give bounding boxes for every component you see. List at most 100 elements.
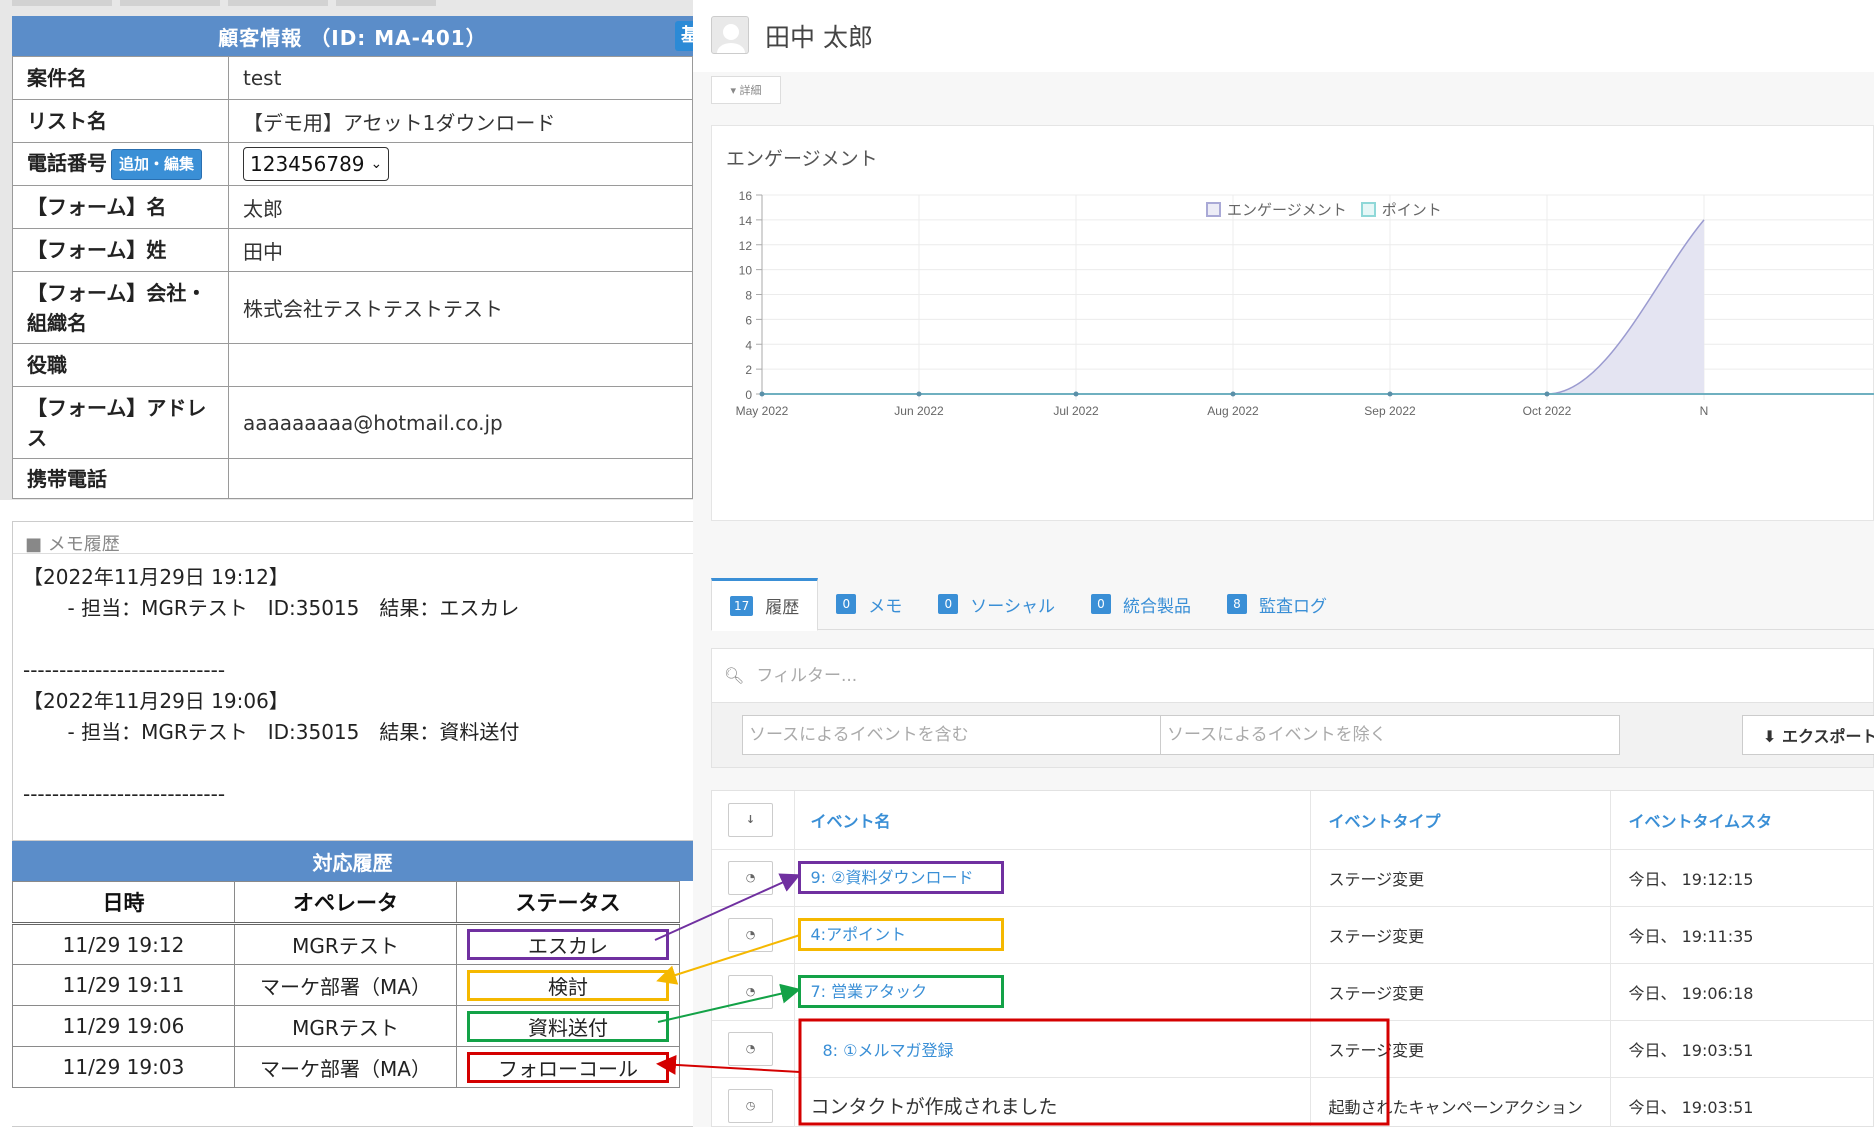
- corr-status-cell: 検討: [456, 964, 680, 1006]
- count-badge: 8: [1226, 594, 1247, 614]
- table-row: ◔ 4:アポイント ステージ変更 今日、 19:11:35: [712, 906, 1874, 964]
- y-tick-label: 14: [739, 214, 753, 228]
- event-name-link[interactable]: 8: ①メルマガ登録: [811, 1033, 966, 1065]
- filter-input[interactable]: [756, 665, 1657, 686]
- event-icon-cell: ◔: [712, 963, 795, 1021]
- points-marker: [1073, 391, 1079, 397]
- events-table-card: ↓ イベント名 イベントタイプ イベントタイムスタ ◔ 9: ②資料ダウンロード…: [711, 790, 1874, 1127]
- info-label: 電話番号: [27, 151, 107, 176]
- x-tick-label: Oct 2022: [1523, 404, 1572, 418]
- y-tick-label: 2: [745, 363, 752, 377]
- y-tick-label: 8: [745, 289, 752, 303]
- event-name-link[interactable]: 9: ②資料ダウンロード: [797, 861, 1004, 894]
- sort-icon[interactable]: ↓: [728, 802, 773, 837]
- engagement-card: エンゲージメント 0 2 4 6 8 10 12 14 16 May 2022 Jun 2022 Ju…: [711, 125, 1874, 521]
- dashboard-icon[interactable]: ◔: [728, 860, 773, 895]
- details-toggle-button[interactable]: ▾ 詳細: [711, 76, 781, 104]
- event-name-cell: 9: ②資料ダウンロード: [794, 849, 1311, 907]
- event-name-link[interactable]: 4:アポイント: [797, 918, 1004, 951]
- event-name-link[interactable]: 7: 営業アタック: [797, 975, 1004, 1008]
- events-table: ↓ イベント名 イベントタイプ イベントタイムスタ ◔ 9: ②資料ダウンロード…: [712, 791, 1874, 1127]
- event-name-cell: コンタクトが作成されました: [794, 1077, 1311, 1127]
- info-row-last-name: 【フォーム】姓 田中: [12, 228, 693, 272]
- tab-label: ソーシャル: [970, 596, 1055, 617]
- event-icon-cell: ◔: [712, 849, 795, 907]
- status-highlight: 検討: [467, 969, 669, 1001]
- info-value: 田中: [228, 228, 693, 272]
- info-value-cell: 123456789 ⌄: [228, 142, 693, 186]
- corr-datetime: 11/29 19:03: [12, 1046, 235, 1088]
- legend-label: ポイント: [1381, 201, 1442, 219]
- info-value: 株式会社テストテストテスト: [228, 271, 693, 344]
- table-row: 11/29 19:06 MGRテスト 資料送付: [12, 1005, 680, 1047]
- tab-social[interactable]: 0 ソーシャル: [920, 578, 1073, 630]
- column-header-operator: オペレータ: [234, 881, 457, 925]
- info-label: 【フォーム】姓: [12, 228, 229, 272]
- clock-icon[interactable]: ◷: [728, 1088, 773, 1123]
- correspondence-history-title: 対応履歴: [12, 841, 693, 881]
- column-header-datetime: 日時: [12, 881, 235, 925]
- user-silhouette-icon: [717, 24, 745, 53]
- x-tick-label: Jul 2022: [1053, 404, 1099, 418]
- event-time: 今日、 19:03:51: [1610, 1020, 1874, 1078]
- memo-entry: 【2022年11月29日 19:06】 - 担当：MGRテスト ID:35015…: [23, 689, 520, 806]
- event-type: ステージ変更: [1310, 849, 1611, 907]
- status-highlight: 資料送付: [467, 1010, 669, 1042]
- tab-audit-log[interactable]: 8 監査ログ: [1209, 578, 1345, 630]
- column-header-event-type[interactable]: イベントタイプ: [1310, 791, 1611, 850]
- info-row-first-name: 【フォーム】名 太郎: [12, 185, 693, 229]
- tab-label: メモ: [868, 596, 903, 617]
- event-name-cell: 7: 営業アタック: [794, 963, 1311, 1021]
- phone-select[interactable]: 123456789 ⌄: [243, 147, 390, 181]
- memo-history-title: ■ メモ履歴: [13, 522, 693, 555]
- basic-button[interactable]: 基: [675, 21, 693, 51]
- info-value: [228, 343, 693, 387]
- column-header-event-time[interactable]: イベントタイムスタ: [1610, 791, 1874, 850]
- add-edit-phone-button[interactable]: 追加・編集: [111, 149, 203, 180]
- count-badge: 0: [938, 594, 959, 614]
- x-tick-label: Jun 2022: [894, 404, 944, 418]
- event-time: 今日、 19:06:18: [1610, 963, 1874, 1021]
- info-row-case: 案件名 test: [12, 56, 693, 100]
- dashboard-icon[interactable]: ◔: [728, 974, 773, 1009]
- legend-item-engagement[interactable]: エンゲージメント: [1206, 199, 1347, 220]
- event-icon-cell: ◔: [712, 906, 795, 964]
- avatar: [711, 16, 749, 54]
- points-marker: [916, 391, 922, 397]
- engagement-chart: 0 2 4 6 8 10 12 14 16 May 2022 Jun 2022 Jul 2022 Aug…: [736, 189, 1874, 418]
- customer-info-panel: 顧客情報 （ID: MA-401） 基 案件名 test リスト名 【デモ用】ア…: [0, 0, 693, 500]
- x-tick-label: May 2022: [736, 404, 789, 418]
- tab-history[interactable]: 17 履歴: [711, 578, 819, 631]
- count-badge: 17: [730, 595, 754, 616]
- event-icon-cell: ◷: [712, 1077, 795, 1127]
- exclude-source-input[interactable]: [1160, 715, 1620, 755]
- points-marker: [1387, 391, 1393, 397]
- dashboard-icon[interactable]: ◔: [728, 1031, 773, 1066]
- info-label: 携帯電話: [12, 458, 229, 499]
- tab-label: 監査ログ: [1258, 596, 1327, 617]
- tab-memo[interactable]: 0 メモ: [818, 578, 920, 630]
- legend-label: エンゲージメント: [1227, 201, 1347, 219]
- column-header-event-name[interactable]: イベント名: [794, 791, 1311, 850]
- y-tick-label: 6: [745, 313, 752, 327]
- corr-operator: マーケ部署（MA）: [234, 1046, 457, 1088]
- corr-datetime: 11/29 19:06: [12, 1005, 235, 1047]
- corr-datetime: 11/29 19:11: [12, 964, 235, 1006]
- count-badge: 0: [836, 594, 857, 614]
- contact-name: 田中 太郎: [765, 23, 873, 52]
- export-button[interactable]: ⬇ エクスポート: [1742, 715, 1874, 755]
- info-label: 役職: [12, 343, 229, 387]
- include-source-input[interactable]: [742, 715, 1202, 755]
- y-tick-label: 10: [739, 264, 753, 278]
- count-badge: 0: [1090, 594, 1111, 614]
- event-type: ステージ変更: [1310, 906, 1611, 964]
- legend-item-points[interactable]: ポイント: [1360, 199, 1442, 220]
- contact-header: 田中 太郎: [693, 0, 1874, 72]
- memo-entries: 【2022年11月29日 19:12】 - 担当：MGRテスト ID:35015…: [13, 554, 693, 818]
- event-name-text: コンタクトが作成されました: [810, 1096, 1058, 1118]
- legend-swatch: [1360, 202, 1376, 217]
- event-name-cell: 4:アポイント: [794, 906, 1311, 964]
- tab-integrations[interactable]: 0 統合製品: [1073, 578, 1209, 630]
- event-time: 今日、 19:11:35: [1610, 906, 1874, 964]
- dashboard-icon[interactable]: ◔: [728, 917, 773, 952]
